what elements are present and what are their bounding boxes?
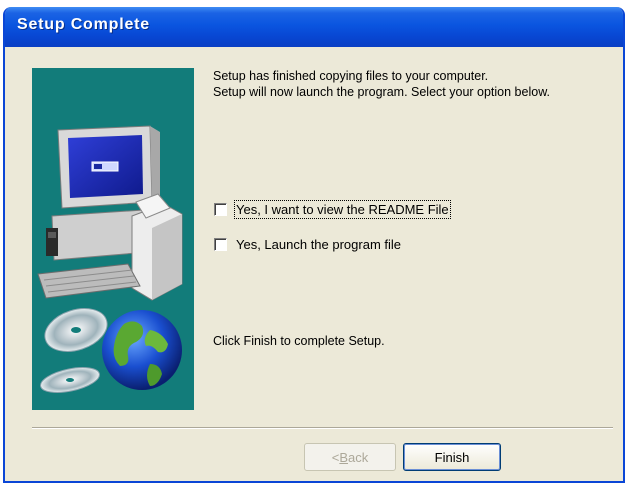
separator <box>32 427 613 429</box>
back-mnemonic: B <box>339 449 349 465</box>
setup-message: Setup has finished copying files to your… <box>213 68 613 100</box>
message-line-1: Setup has finished copying files to your… <box>213 69 489 83</box>
title-bar[interactable]: Setup Complete <box>5 7 623 47</box>
message-line-2: Setup will now launch the program. Selec… <box>213 85 550 99</box>
view-readme-checkbox[interactable] <box>214 203 227 216</box>
back-button[interactable]: < Back <box>304 443 396 471</box>
finish-button[interactable]: Finish <box>403 443 501 471</box>
launch-program-checkbox-row[interactable]: Yes, Launch the program file <box>214 237 401 252</box>
view-readme-checkbox-row[interactable]: Yes, I want to view the README File <box>214 200 451 219</box>
computer-illustration-icon <box>32 68 194 410</box>
window-title: Setup Complete <box>17 16 150 33</box>
view-readme-label[interactable]: Yes, I want to view the README File <box>234 200 451 219</box>
launch-program-label[interactable]: Yes, Launch the program file <box>236 237 401 252</box>
back-rest: ack <box>348 449 369 465</box>
setup-complete-dialog: Setup Complete Setup has finished copyin… <box>3 7 625 483</box>
finish-instruction: Click Finish to complete Setup. <box>213 334 385 348</box>
back-prefix: < <box>331 449 340 465</box>
finish-label: Finish <box>434 449 470 465</box>
launch-program-checkbox[interactable] <box>214 238 227 251</box>
